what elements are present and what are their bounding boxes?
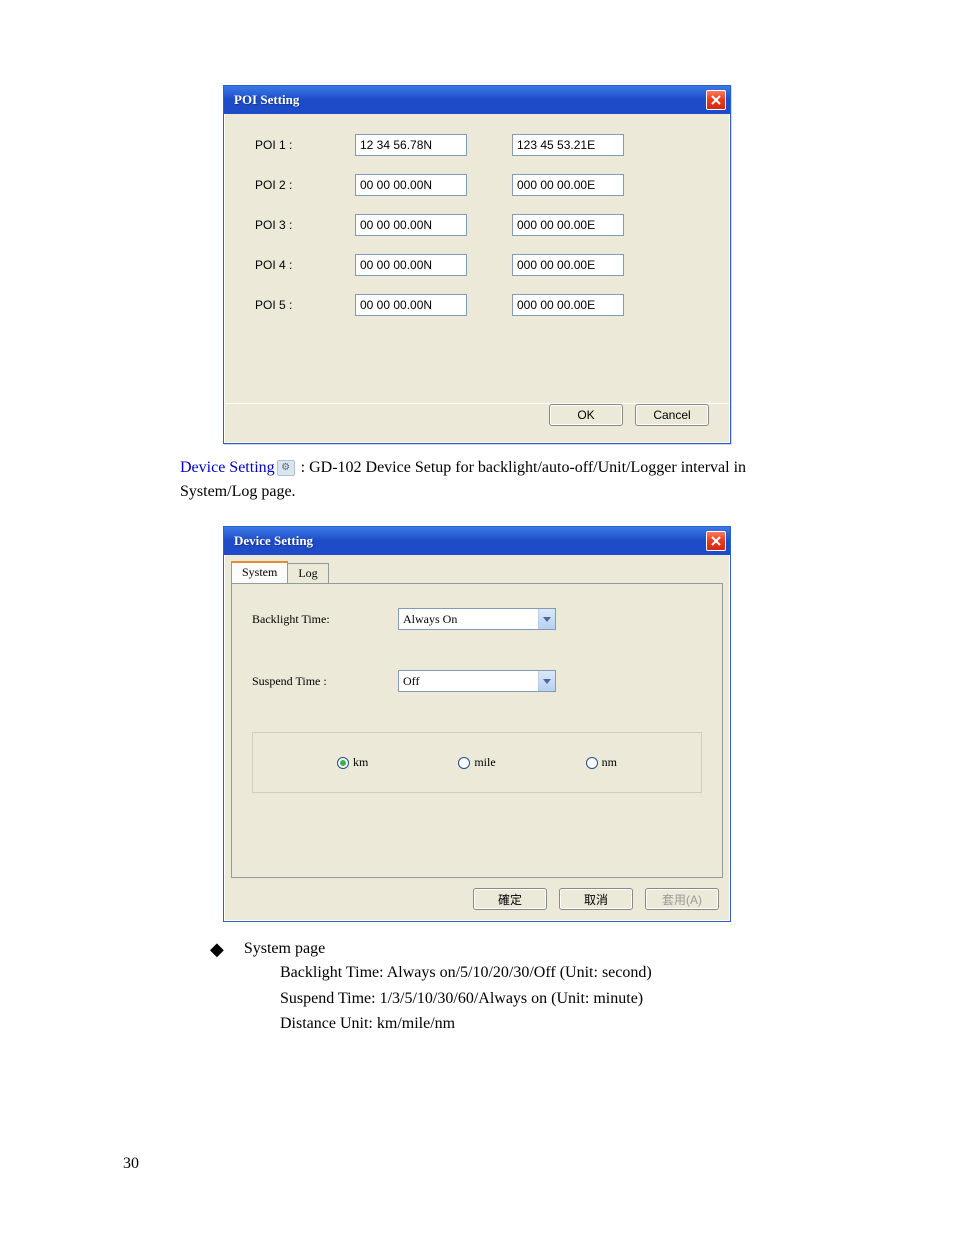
tabs-area: System Log Backlight Time: Always On Sus…: [224, 555, 730, 878]
poi-row: POI 2 :: [255, 174, 709, 196]
bullet-sub: Suspend Time: 1/3/5/10/30/60/Always on (…: [280, 986, 774, 1012]
poi-lon-input[interactable]: [512, 294, 624, 316]
close-icon[interactable]: [706, 531, 726, 551]
poi-row: POI 3 :: [255, 214, 709, 236]
radio-icon: [458, 757, 470, 769]
suspend-value: Off: [403, 674, 419, 689]
radio-km[interactable]: km: [337, 755, 368, 770]
suspend-dropdown[interactable]: Off: [398, 670, 556, 692]
device-setting-dialog: Device Setting System Log Backlight Time…: [223, 526, 731, 922]
poi-row: POI 5 :: [255, 294, 709, 316]
poi-lon-input[interactable]: [512, 254, 624, 276]
device-title: Device Setting: [234, 533, 313, 549]
suspend-row: Suspend Time : Off: [252, 670, 702, 692]
radio-mile[interactable]: mile: [458, 755, 495, 770]
poi-lat-input[interactable]: [355, 134, 467, 156]
radio-mile-label: mile: [474, 755, 495, 770]
poi-lat-input[interactable]: [355, 294, 467, 316]
poi-label: POI 1 :: [255, 138, 355, 152]
gear-icon: ⚙: [277, 460, 295, 476]
poi-title: POI Setting: [234, 92, 299, 108]
poi-label: POI 4 :: [255, 258, 355, 272]
poi-footer: OK Cancel: [224, 404, 730, 443]
radio-icon: [337, 757, 349, 769]
page-number: 30: [123, 1155, 139, 1173]
poi-setting-dialog: POI Setting POI 1 : POI 2 : POI 3 :: [223, 85, 731, 444]
bullet-sub: Backlight Time: Always on/5/10/20/30/Off…: [280, 960, 774, 986]
tab-log[interactable]: Log: [288, 563, 328, 583]
tab-strip: System Log: [231, 561, 723, 583]
close-icon[interactable]: [706, 90, 726, 110]
poi-lon-input[interactable]: [512, 214, 624, 236]
system-page-bullet: ◆ System page Backlight Time: Always on/…: [210, 940, 774, 1037]
poi-lat-input[interactable]: [355, 214, 467, 236]
radio-nm[interactable]: nm: [586, 755, 617, 770]
poi-label: POI 5 :: [255, 298, 355, 312]
backlight-dropdown[interactable]: Always On: [398, 608, 556, 630]
poi-label: POI 2 :: [255, 178, 355, 192]
ok-button[interactable]: OK: [549, 404, 623, 426]
device-setting-link: Device Setting: [180, 459, 275, 476]
poi-row: POI 4 :: [255, 254, 709, 276]
device-footer: 確定 取消 套用(A): [224, 878, 730, 921]
poi-lon-input[interactable]: [512, 174, 624, 196]
poi-body: POI 1 : POI 2 : POI 3 : POI 4 : POI 5 :: [224, 114, 730, 404]
apply-button: 套用(A): [645, 888, 719, 910]
bullet-heading: System page: [244, 940, 325, 958]
backlight-row: Backlight Time: Always On: [252, 608, 702, 630]
chevron-down-icon: [538, 671, 555, 691]
distance-unit-group: km mile nm: [252, 732, 702, 793]
tab-system[interactable]: System: [231, 561, 288, 583]
diamond-icon: ◆: [210, 940, 224, 958]
device-titlebar: Device Setting: [224, 527, 730, 555]
chevron-down-icon: [538, 609, 555, 629]
radio-nm-label: nm: [602, 755, 617, 770]
poi-lon-input[interactable]: [512, 134, 624, 156]
poi-label: POI 3 :: [255, 218, 355, 232]
poi-row: POI 1 :: [255, 134, 709, 156]
poi-lat-input[interactable]: [355, 254, 467, 276]
tab-panel-system: Backlight Time: Always On Suspend Time :…: [231, 583, 723, 878]
backlight-value: Always On: [403, 612, 457, 627]
bullet-line: ◆ System page: [210, 940, 774, 958]
suspend-label: Suspend Time :: [252, 674, 398, 689]
confirm-button[interactable]: 確定: [473, 888, 547, 910]
bullet-sub: Distance Unit: km/mile/nm: [280, 1011, 774, 1037]
device-setting-description: Device Setting⚙ : GD-102 Device Setup fo…: [180, 456, 774, 504]
backlight-label: Backlight Time:: [252, 612, 398, 627]
radio-icon: [586, 757, 598, 769]
bullet-sublines: Backlight Time: Always on/5/10/20/30/Off…: [280, 960, 774, 1037]
cancel-button[interactable]: Cancel: [635, 404, 709, 426]
radio-km-label: km: [353, 755, 368, 770]
cancel-button[interactable]: 取消: [559, 888, 633, 910]
poi-titlebar: POI Setting: [224, 86, 730, 114]
poi-lat-input[interactable]: [355, 174, 467, 196]
